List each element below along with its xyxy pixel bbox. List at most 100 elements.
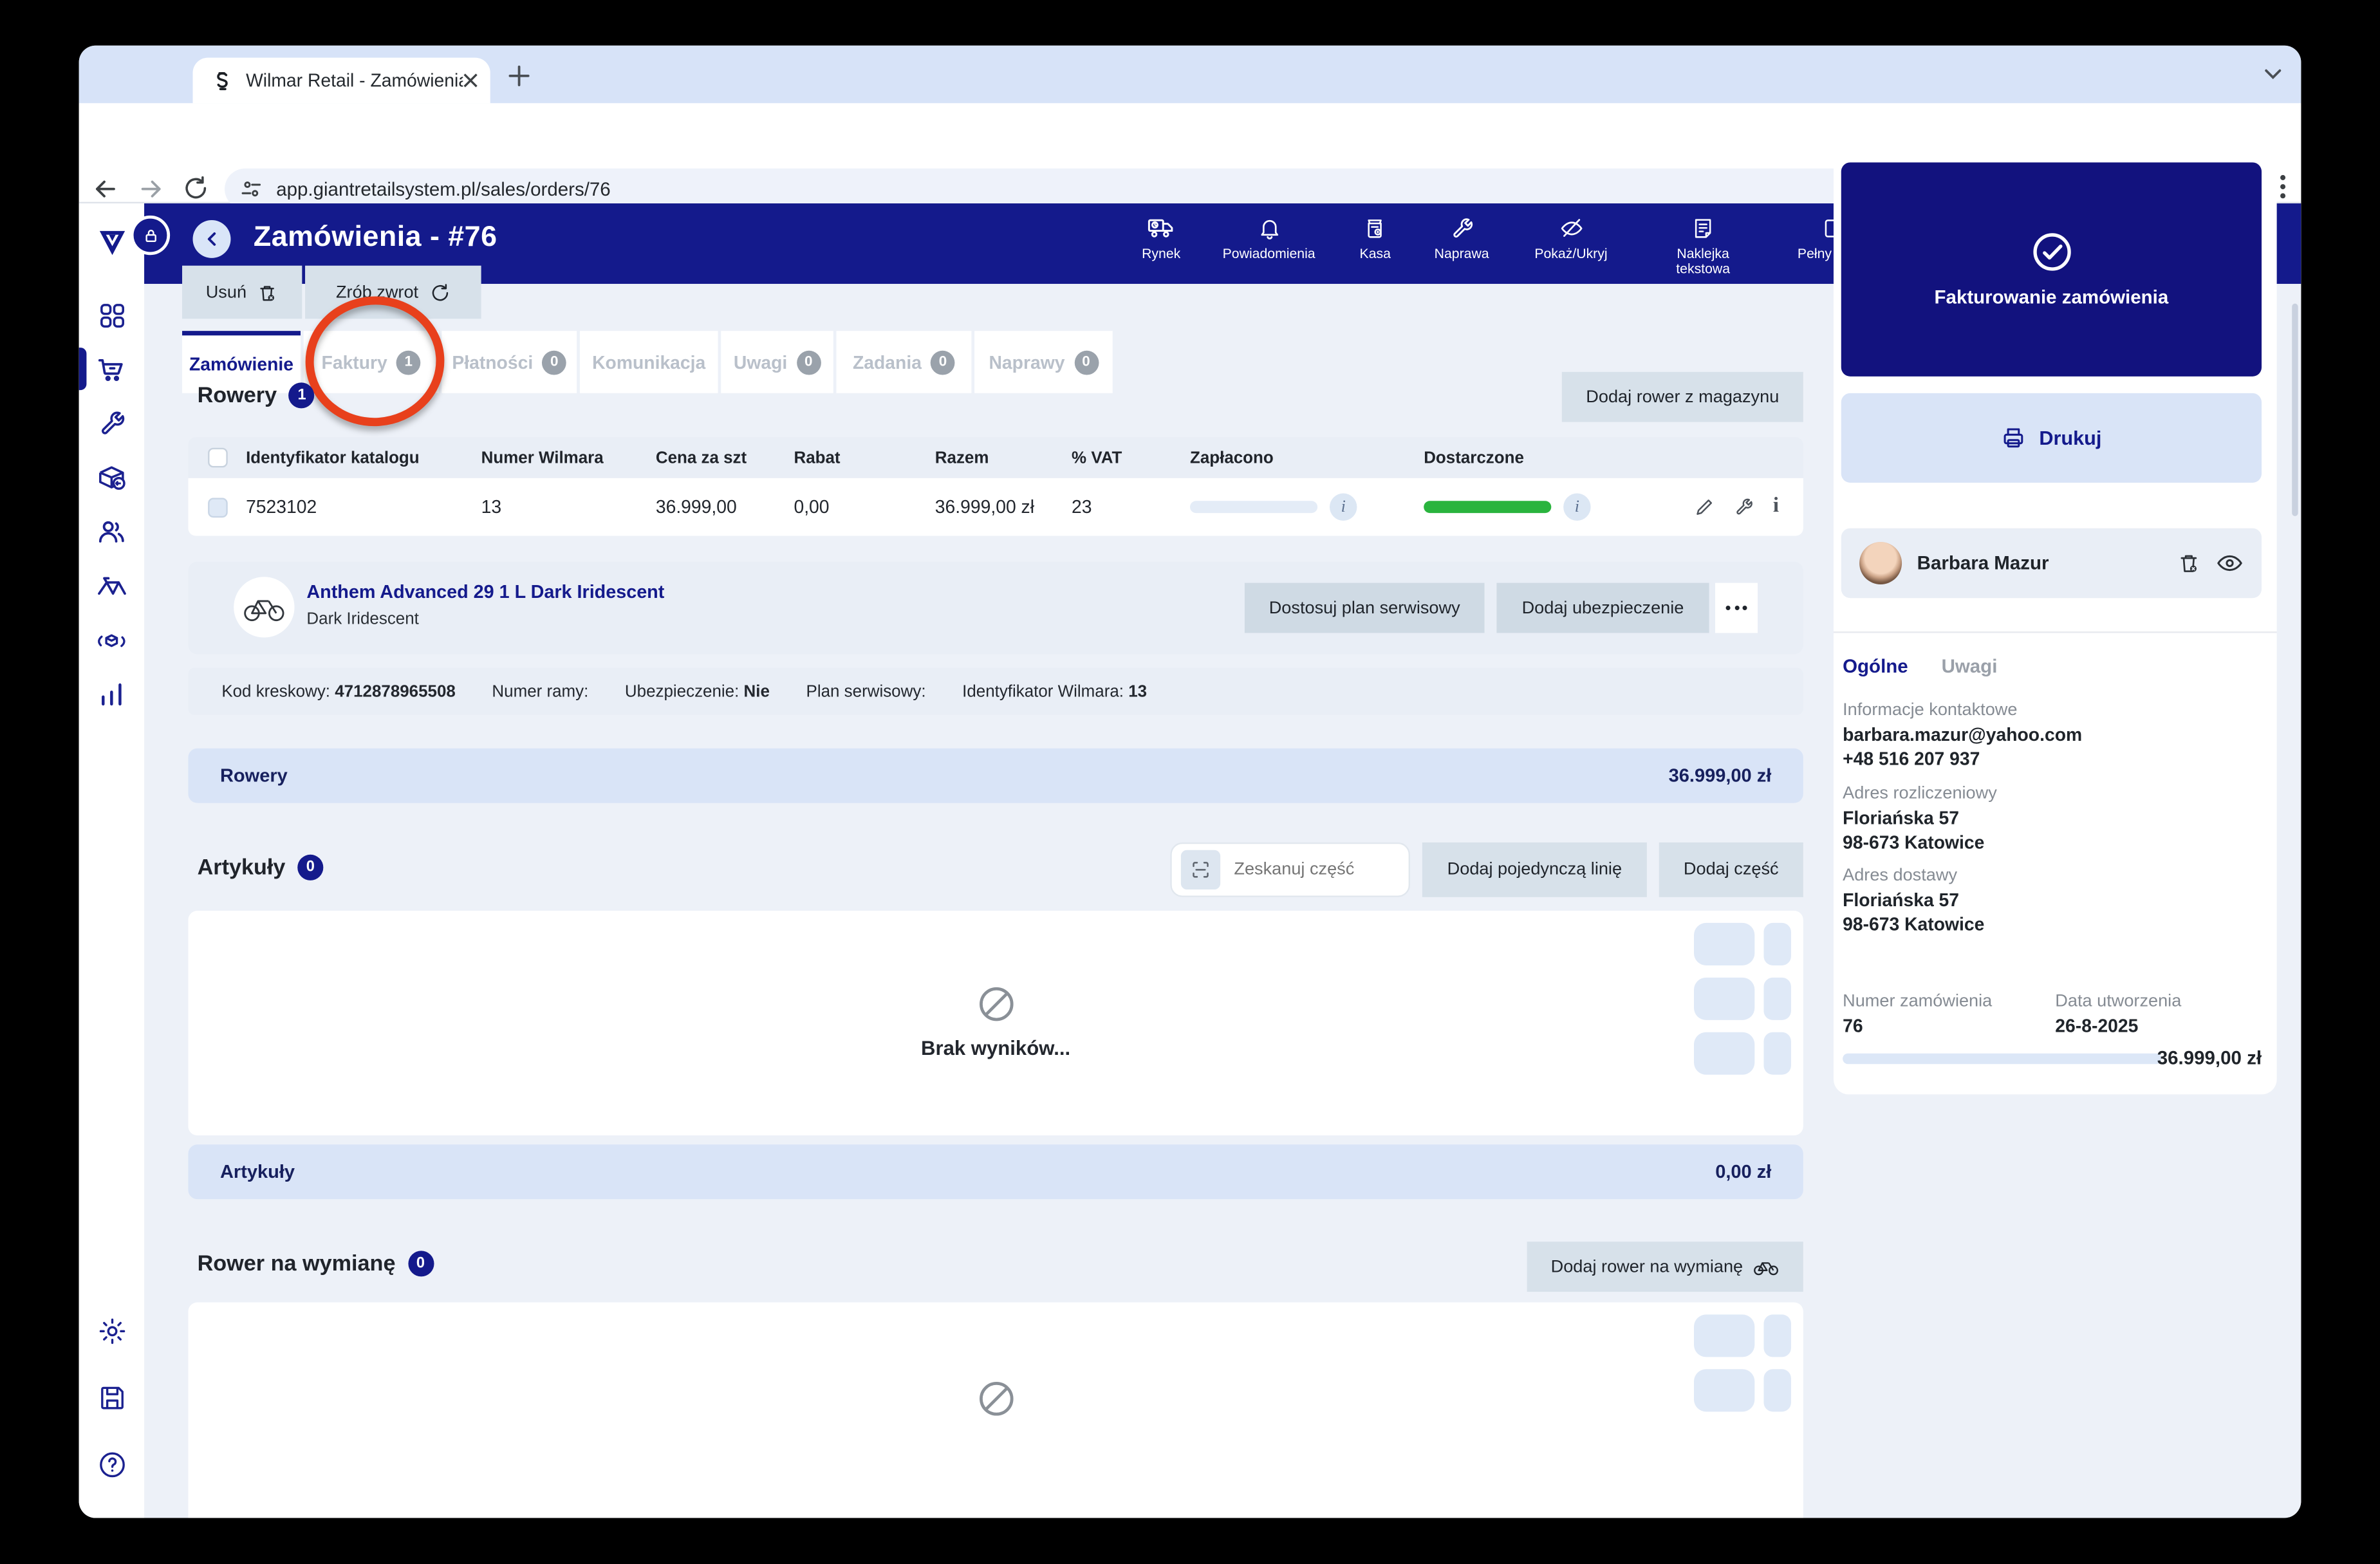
insurance-value: Nie	[743, 682, 770, 701]
row-info-icon[interactable]: i	[1773, 495, 1779, 519]
tab-badge: 0	[542, 349, 567, 375]
sidebar-item-sales[interactable]	[79, 351, 144, 387]
scan-part-field[interactable]	[1170, 842, 1410, 897]
tab-uwagi[interactable]: Uwagi 0	[721, 331, 833, 393]
sidebar-item-stock-sync[interactable]	[79, 622, 144, 659]
sidebar-item-settings[interactable]	[79, 1313, 144, 1350]
sidebar-item-stats[interactable]	[79, 675, 144, 712]
back-button[interactable]	[192, 219, 231, 258]
sidebar-item-help[interactable]	[79, 1447, 144, 1484]
add-single-line-button[interactable]: Dodaj pojedynczą linię	[1422, 842, 1647, 897]
text-sticker-icon	[1691, 216, 1715, 241]
browser-window: Wilmar Retail - Zamówienia - app.giantre…	[79, 45, 2301, 1518]
scrollbar-thumb[interactable]	[2292, 303, 2298, 516]
invoice-order-card[interactable]: Fakturowanie zamówienia	[1841, 162, 2262, 377]
customer-email: barbara.mazur@yahoo.com	[1843, 723, 2083, 745]
more-options-button[interactable]	[1715, 582, 1758, 633]
order-number-value: 76	[1843, 1015, 1863, 1037]
unit-price-cell: 36.999,00	[655, 496, 737, 518]
scan-part-input[interactable]	[1231, 859, 1389, 880]
tab-naprawy[interactable]: Naprawy 0	[974, 331, 1113, 393]
articles-total-row: Artykuły 0,00 zł	[188, 1144, 1803, 1200]
pos-terminal-icon	[1363, 216, 1388, 241]
lock-badge[interactable]	[130, 215, 171, 256]
articles-total-value: 0,00 zł	[1715, 1161, 1772, 1183]
tab-platnosci[interactable]: Płatności 0	[442, 331, 577, 393]
nav-item-powiadomienia[interactable]: Powiadomienia	[1223, 216, 1316, 262]
tab-zadania[interactable]: Zadania 0	[836, 331, 972, 393]
tab-komunikacja[interactable]: Komunikacja	[579, 331, 718, 393]
sidebar-item-dashboard[interactable]	[79, 297, 144, 334]
add-insurance-button[interactable]: Dodaj ubezpieczenie	[1496, 582, 1709, 633]
customer-tab-notes[interactable]: Uwagi	[1942, 656, 1998, 677]
panel-divider	[1833, 631, 2277, 633]
unlink-customer-trash-icon[interactable]	[2177, 551, 2201, 575]
bike-thumbnail[interactable]	[234, 577, 295, 638]
customer-name[interactable]: Barbara Mazur	[1917, 552, 2162, 573]
nav-item-rynek[interactable]: Rynek	[1142, 216, 1180, 262]
truck-icon	[1147, 216, 1176, 241]
bikes-section-heading: Rowery 1	[198, 382, 315, 409]
browser-tabstrip: Wilmar Retail - Zamówienia -	[79, 45, 2301, 129]
wilmar-number-cell: 13	[481, 496, 502, 518]
edit-pencil-icon[interactable]	[1694, 496, 1715, 517]
delivered-info-icon[interactable]: i	[1563, 493, 1591, 521]
no-results-icon	[188, 1378, 1803, 1419]
sidebar-item-returns[interactable]	[79, 458, 144, 495]
product-name-link[interactable]: Anthem Advanced 29 1 L Dark Iridescent	[306, 581, 664, 602]
site-settings-icon[interactable]	[240, 178, 263, 200]
chevron-down-icon[interactable]	[2265, 68, 2282, 80]
bikes-total-row: Rowery 36.999,00 zł	[188, 748, 1803, 803]
tab-badge: 1	[396, 349, 421, 375]
nav-item-naprawa[interactable]: Naprawa	[1435, 216, 1489, 262]
articles-count-badge: 0	[297, 854, 324, 880]
billing-address-section: Adres rozliczeniowy Floriańska 57 98-673…	[1843, 785, 1997, 853]
printer-icon	[2001, 425, 2027, 451]
customer-tab-general[interactable]: Ogólne	[1843, 656, 1908, 677]
nav-item-kasa[interactable]: Kasa	[1360, 216, 1391, 262]
catalog-id-cell: 7523102	[246, 496, 317, 518]
print-button[interactable]: Drukuj	[1841, 393, 2262, 483]
product-variant: Dark Iridescent	[306, 610, 419, 629]
paid-progress-bar	[1190, 501, 1318, 514]
delete-order-button[interactable]: Usuń	[182, 265, 302, 319]
bike-meta-strip: Kod kreskowy: 4712878965508 Numer ramy: …	[188, 667, 1803, 715]
forward-icon[interactable]	[136, 174, 165, 203]
add-replacement-bike-button[interactable]: Dodaj rower na wymianę	[1527, 1242, 1803, 1292]
created-date-value: 26-8-2025	[2055, 1015, 2139, 1037]
customer-contact-section: Informacje kontaktowe barbara.mazur@yaho…	[1843, 702, 2082, 772]
bikes-count-badge: 1	[289, 382, 315, 409]
back-icon[interactable]	[91, 174, 120, 203]
adjust-service-plan-button[interactable]: Dostosuj plan serwisowy	[1244, 582, 1485, 633]
sidebar-item-save[interactable]	[79, 1380, 144, 1417]
order-side-panel: Fakturowanie zamówienia Drukuj Barbara M…	[1833, 145, 2277, 1095]
paid-info-icon[interactable]: i	[1329, 493, 1357, 521]
created-date-block: Data utworzenia 26-8-2025	[2055, 992, 2181, 1039]
nav-item-naklejka[interactable]: Naklejka tekstowa	[1660, 216, 1745, 277]
replacement-empty-card	[188, 1302, 1803, 1518]
select-all-checkbox[interactable]	[207, 447, 227, 468]
sidebar-item-service[interactable]	[79, 405, 144, 442]
trash-x-icon	[257, 281, 279, 303]
sidebar-item-customers[interactable]	[79, 513, 144, 550]
browser-tab[interactable]: Wilmar Retail - Zamówienia -	[192, 57, 490, 104]
bikes-table-header: Identyfikator katalogu Numer Wilmara Cen…	[188, 437, 1803, 478]
view-customer-eye-icon[interactable]	[2216, 552, 2243, 573]
add-part-button[interactable]: Dodaj część	[1659, 842, 1803, 897]
customer-tabs: Ogólne Uwagi	[1843, 656, 1997, 677]
tab-close-icon[interactable]	[463, 73, 478, 88]
reload-icon[interactable]	[182, 174, 209, 201]
sidebar-item-bikes[interactable]	[79, 568, 144, 604]
bike-table-row[interactable]: 7523102 13 36.999,00 0,00 36.999,00 zł 2…	[188, 478, 1803, 536]
vat-cell: 23	[1072, 496, 1092, 518]
nav-item-pokaz-ukryj[interactable]: Pokaż/Ukryj	[1534, 216, 1608, 262]
replacement-count-badge: 0	[407, 1251, 434, 1277]
customer-avatar[interactable]	[1859, 541, 1902, 584]
tab-faktury[interactable]: Faktury 1	[303, 331, 439, 393]
refund-button[interactable]: Zrób zwrot	[305, 265, 481, 319]
order-payment-progress-bar	[1843, 1053, 2162, 1065]
add-bike-from-stock-button[interactable]: Dodaj rower z magazynu	[1561, 371, 1803, 422]
service-wrench-icon[interactable]	[1734, 496, 1755, 517]
new-tab-button[interactable]	[508, 65, 530, 86]
row-checkbox[interactable]	[207, 497, 227, 517]
